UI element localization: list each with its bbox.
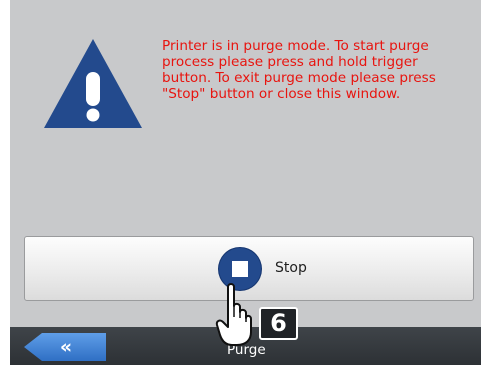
- purge-dialog: Printer is in purge mode. To start purge…: [10, 0, 481, 365]
- hand-cursor-icon: [215, 283, 252, 346]
- warning-icon: [44, 39, 142, 128]
- purge-instructions-message: Printer is in purge mode. To start purge…: [162, 38, 436, 102]
- back-button[interactable]: «: [24, 333, 106, 361]
- double-chevron-left-icon: «: [59, 336, 72, 358]
- step-number-badge: 6: [259, 307, 298, 340]
- stop-button-label: Stop: [275, 260, 307, 276]
